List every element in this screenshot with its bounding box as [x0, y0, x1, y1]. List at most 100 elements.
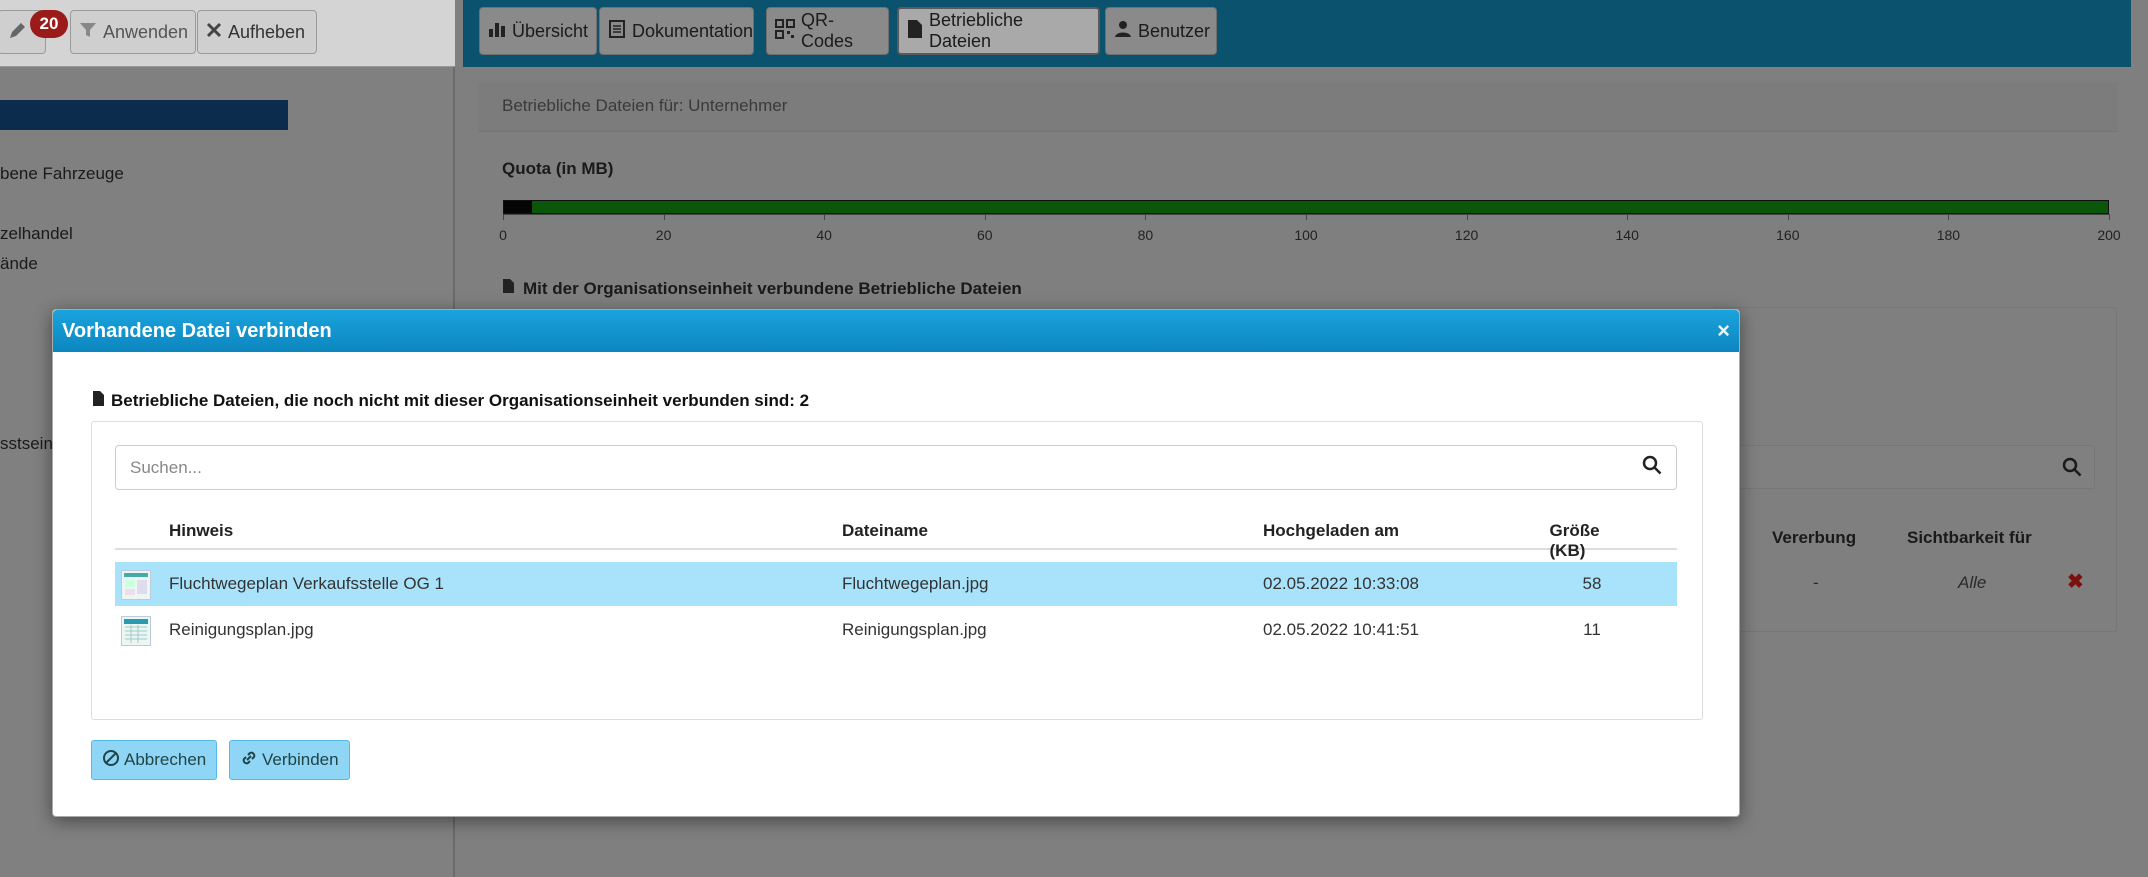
row-size: 58 [1582, 574, 1602, 593]
file-icon [502, 278, 515, 299]
row-filename: Reinigungsplan.jpg [842, 620, 987, 639]
dialog-header: Vorhandene Datei verbinden × [53, 310, 1739, 352]
nav-item[interactable]: bene Fahrzeuge [0, 164, 124, 184]
quota-tick [1948, 214, 1950, 220]
visibility-value: Alle [1958, 573, 1987, 592]
connect-label: Verbinden [262, 750, 339, 769]
table-header: Hinweis Dateiname Hochgeladen am Größe (… [115, 514, 1677, 560]
tab-users[interactable]: Benutzer [1105, 7, 1217, 55]
quota-tick-label: 80 [1137, 227, 1154, 243]
column-header-inheritance: Vererbung [1772, 528, 1857, 547]
tab-label: QR-Codes [801, 10, 854, 51]
clear-filter-label: Aufheben [228, 21, 306, 42]
bg-search-input[interactable] [1725, 445, 2095, 489]
link-file-dialog: Vorhandene Datei verbinden × Betrieblich… [52, 309, 1740, 817]
search-placeholder: Suchen... [130, 457, 202, 477]
quota-tick [2109, 214, 2110, 220]
row-filename: Fluchtwegeplan.jpg [842, 574, 989, 593]
row-uploaded: 02.05.2022 10:41:51 [1263, 620, 1419, 639]
tab-documentation[interactable]: Dokumentation [599, 7, 754, 55]
quota-tick [663, 214, 665, 220]
apply-button[interactable]: Anwenden [70, 10, 196, 54]
quota-tick [1306, 214, 1307, 220]
delete-icon[interactable]: ✖ [2067, 569, 2084, 594]
linked-files-title: Mit der Organisationseinheit verbundene … [523, 278, 1022, 298]
quota-tick [1627, 214, 1629, 220]
quota-tick-label: 180 [1936, 227, 1961, 243]
user-icon [1114, 20, 1132, 43]
pencil-icon [7, 19, 29, 46]
qr-code-icon [775, 18, 795, 44]
window-edge [2131, 0, 2148, 877]
quota-tick [1145, 214, 1147, 220]
nav-item[interactable]: ände [0, 254, 38, 274]
quota-tick [984, 214, 986, 220]
close-icon [206, 22, 222, 43]
document-icon [608, 19, 626, 43]
column-header-size[interactable]: Größe (KB) [1550, 521, 1635, 561]
quota-tick [503, 214, 504, 220]
row-size: 11 [1583, 620, 1601, 639]
quota-tick-label: 0 [499, 227, 507, 243]
column-header-visibility: Sichtbarkeit für [1907, 528, 2032, 547]
quota-tick-label: 100 [1294, 227, 1318, 243]
file-thumbnail [121, 570, 151, 600]
ban-icon [102, 749, 120, 772]
quota-title: Quota (in MB) [502, 159, 614, 178]
table-row[interactable]: Fluchtwegeplan Verkaufsstelle OG 1 Fluch… [115, 562, 1677, 606]
connect-button[interactable]: Verbinden [229, 740, 350, 780]
search-icon [2062, 457, 2082, 482]
tab-bar: Übersicht Dokumentation QR-Codes Betrieb… [463, 0, 2131, 67]
close-button[interactable]: × [1717, 318, 1730, 344]
tab-overview[interactable]: Übersicht [479, 7, 597, 55]
tab-label: Dokumentation [632, 20, 754, 41]
quota-tick-label: 60 [977, 227, 993, 243]
quota-tick [1787, 214, 1789, 220]
dialog-title: Vorhandene Datei verbinden [62, 319, 332, 342]
cancel-label: Abbrechen [124, 750, 207, 769]
row-uploaded: 02.05.2022 10:33:08 [1263, 574, 1419, 593]
file-icon [92, 390, 105, 412]
quota-tick [1466, 214, 1468, 220]
apply-label: Anwenden [103, 21, 189, 42]
nav-selected-bar [0, 100, 288, 130]
tab-label: Betriebliche Dateien [929, 10, 1024, 51]
nav-item[interactable]: sstsein [0, 434, 53, 454]
bar-chart-icon [488, 20, 506, 43]
linked-files-heading: Mit der Organisationseinheit verbundene … [502, 278, 1022, 299]
tab-label: Benutzer [1138, 20, 1211, 41]
clear-filter-button[interactable]: Aufheben [197, 10, 317, 54]
file-thumbnail [121, 616, 151, 646]
quota-free-fill [532, 201, 2108, 213]
search-input[interactable]: Suchen... [115, 445, 1677, 490]
nav-item[interactable]: zelhandel [0, 224, 73, 244]
left-toolbar: 20 Anwenden Aufheben [0, 0, 455, 67]
link-icon [240, 749, 258, 772]
search-icon[interactable] [1642, 455, 1662, 480]
page-subtitle: Betriebliche Dateien für: Unternehmer [502, 96, 788, 115]
column-header-uploaded[interactable]: Hochgeladen am [1263, 521, 1399, 541]
file-icon [907, 19, 923, 44]
row-hint: Reinigungsplan.jpg [169, 620, 314, 639]
file-list-panel: Suchen... Hinweis Dateiname Hochgeladen … [91, 421, 1703, 720]
cancel-button[interactable]: Abbrechen [91, 740, 218, 780]
row-hint: Fluchtwegeplan Verkaufsstelle OG 1 [169, 574, 444, 593]
filter-icon [79, 21, 97, 44]
column-header-filename[interactable]: Dateiname [842, 521, 928, 541]
tab-qr-codes[interactable]: QR-Codes [766, 7, 889, 55]
column-header-hint[interactable]: Hinweis [169, 521, 233, 541]
quota-tick-label: 140 [1615, 227, 1639, 243]
section-heading: Betriebliche Dateien, die noch nicht mit… [92, 390, 809, 412]
quota-bar [503, 200, 2109, 214]
tab-operational-files[interactable]: Betriebliche Dateien [897, 7, 1100, 55]
quota-tick-label: 40 [816, 227, 832, 243]
table-row[interactable]: Reinigungsplan.jpg Reinigungsplan.jpg 02… [115, 608, 1677, 652]
quota-tick [824, 214, 826, 220]
inheritance-value: - [1813, 573, 1819, 592]
count-badge: 20 [30, 10, 68, 38]
quota-tick-label: 120 [1454, 227, 1479, 243]
quota-tick-label: 160 [1776, 227, 1800, 243]
tab-label: Übersicht [512, 20, 589, 41]
quota-used-fill [504, 201, 532, 213]
quota-tick-label: 20 [655, 227, 672, 243]
